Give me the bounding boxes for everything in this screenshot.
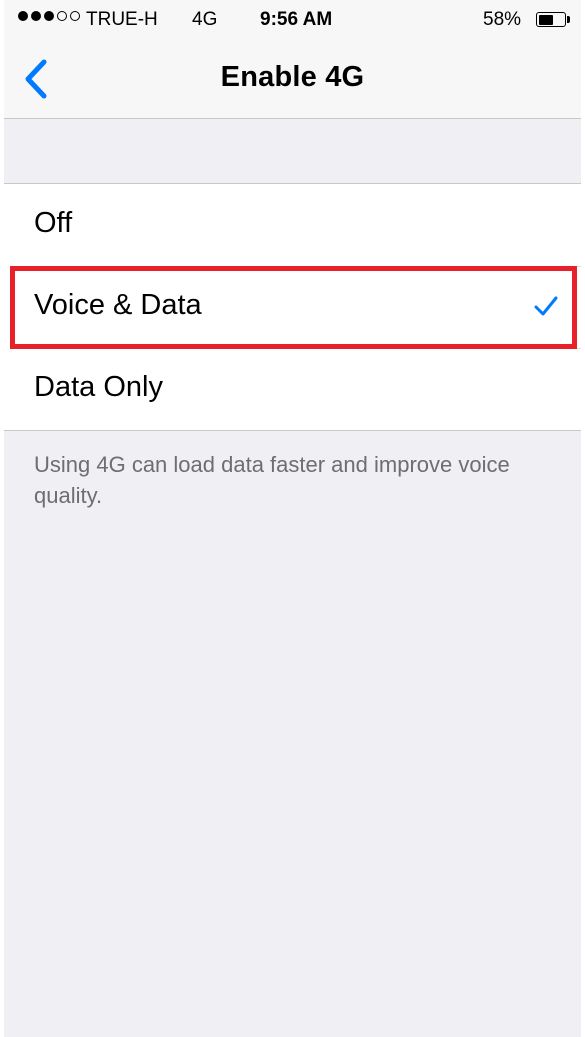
signal-dot [44, 11, 54, 21]
page-title: Enable 4G [220, 61, 365, 93]
carrier-name: TRUE-H [86, 9, 158, 30]
signal-dot [57, 11, 67, 21]
signal-dot [18, 11, 28, 21]
signal-strength-icon [18, 11, 80, 21]
navigation-bar: Enable 4G [4, 40, 581, 119]
option-label: Data Only [34, 371, 163, 403]
battery-level-fill [538, 14, 553, 25]
footer-note: Using 4G can load data faster and improv… [34, 452, 510, 508]
status-time: 9:56 AM [260, 9, 333, 30]
checkmark-icon [534, 296, 558, 316]
option-label: Off [34, 207, 73, 239]
signal-dot [31, 11, 41, 21]
battery-tip [567, 16, 570, 23]
battery-percent: 58% [483, 9, 522, 30]
option-label: Voice & Data [34, 289, 202, 321]
status-bar: TRUE-H 4G 9:56 AM 58% [4, 0, 581, 40]
signal-dot [70, 11, 80, 21]
option-row-off[interactable]: Off [4, 184, 581, 266]
network-type: 4G [192, 9, 218, 30]
option-row-data-only[interactable]: Data Only [4, 348, 581, 430]
options-list: Off Voice & Data Data Only [4, 183, 581, 431]
option-row-voice-and-data[interactable]: Voice & Data [4, 266, 581, 348]
battery-icon [536, 12, 566, 27]
settings-screen: TRUE-H 4G 9:56 AM 58% Enable 4G Off Voic… [0, 0, 585, 1037]
